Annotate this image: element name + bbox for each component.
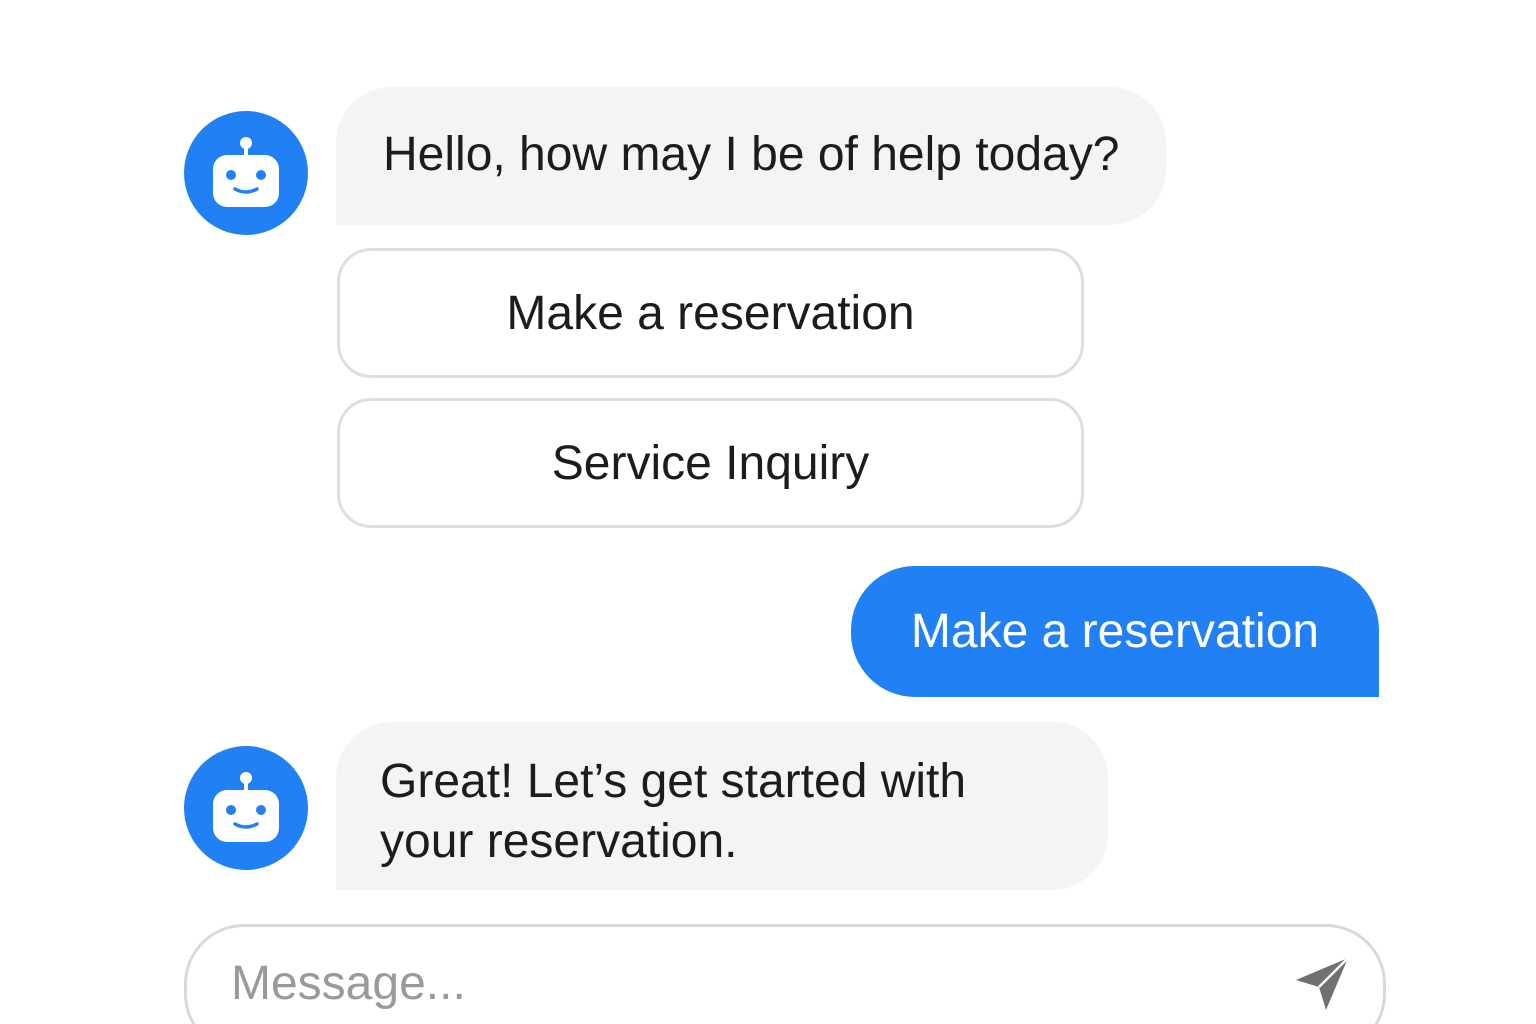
- quick-reply-service-inquiry[interactable]: Service Inquiry: [337, 398, 1084, 528]
- quick-reply-label: Service Inquiry: [551, 436, 870, 490]
- send-button[interactable]: [1287, 949, 1357, 1019]
- bot-message: Great! Let’s get started with your reser…: [336, 722, 1108, 890]
- bot-message-text: Great! Let’s get started with your reser…: [380, 755, 967, 868]
- robot-icon: [213, 137, 279, 207]
- bot-message-text: Hello, how may I be of help today?: [383, 128, 1120, 181]
- paper-plane-send-icon: [1296, 957, 1349, 1010]
- bot-message: Hello, how may I be of help today?: [336, 87, 1166, 225]
- quick-reply-make-reservation[interactable]: Make a reservation: [337, 248, 1084, 378]
- user-message: Make a reservation: [851, 566, 1379, 697]
- message-composer: [184, 924, 1386, 1024]
- quick-reply-label: Make a reservation: [506, 286, 915, 340]
- robot-icon: [213, 772, 279, 842]
- message-input[interactable]: [231, 947, 1231, 1019]
- bot-avatar: [184, 746, 308, 870]
- user-message-text: Make a reservation: [910, 605, 1320, 658]
- bot-avatar: [184, 111, 308, 235]
- chat-screen: Hello, how may I be of help today? Make …: [0, 0, 1536, 1024]
